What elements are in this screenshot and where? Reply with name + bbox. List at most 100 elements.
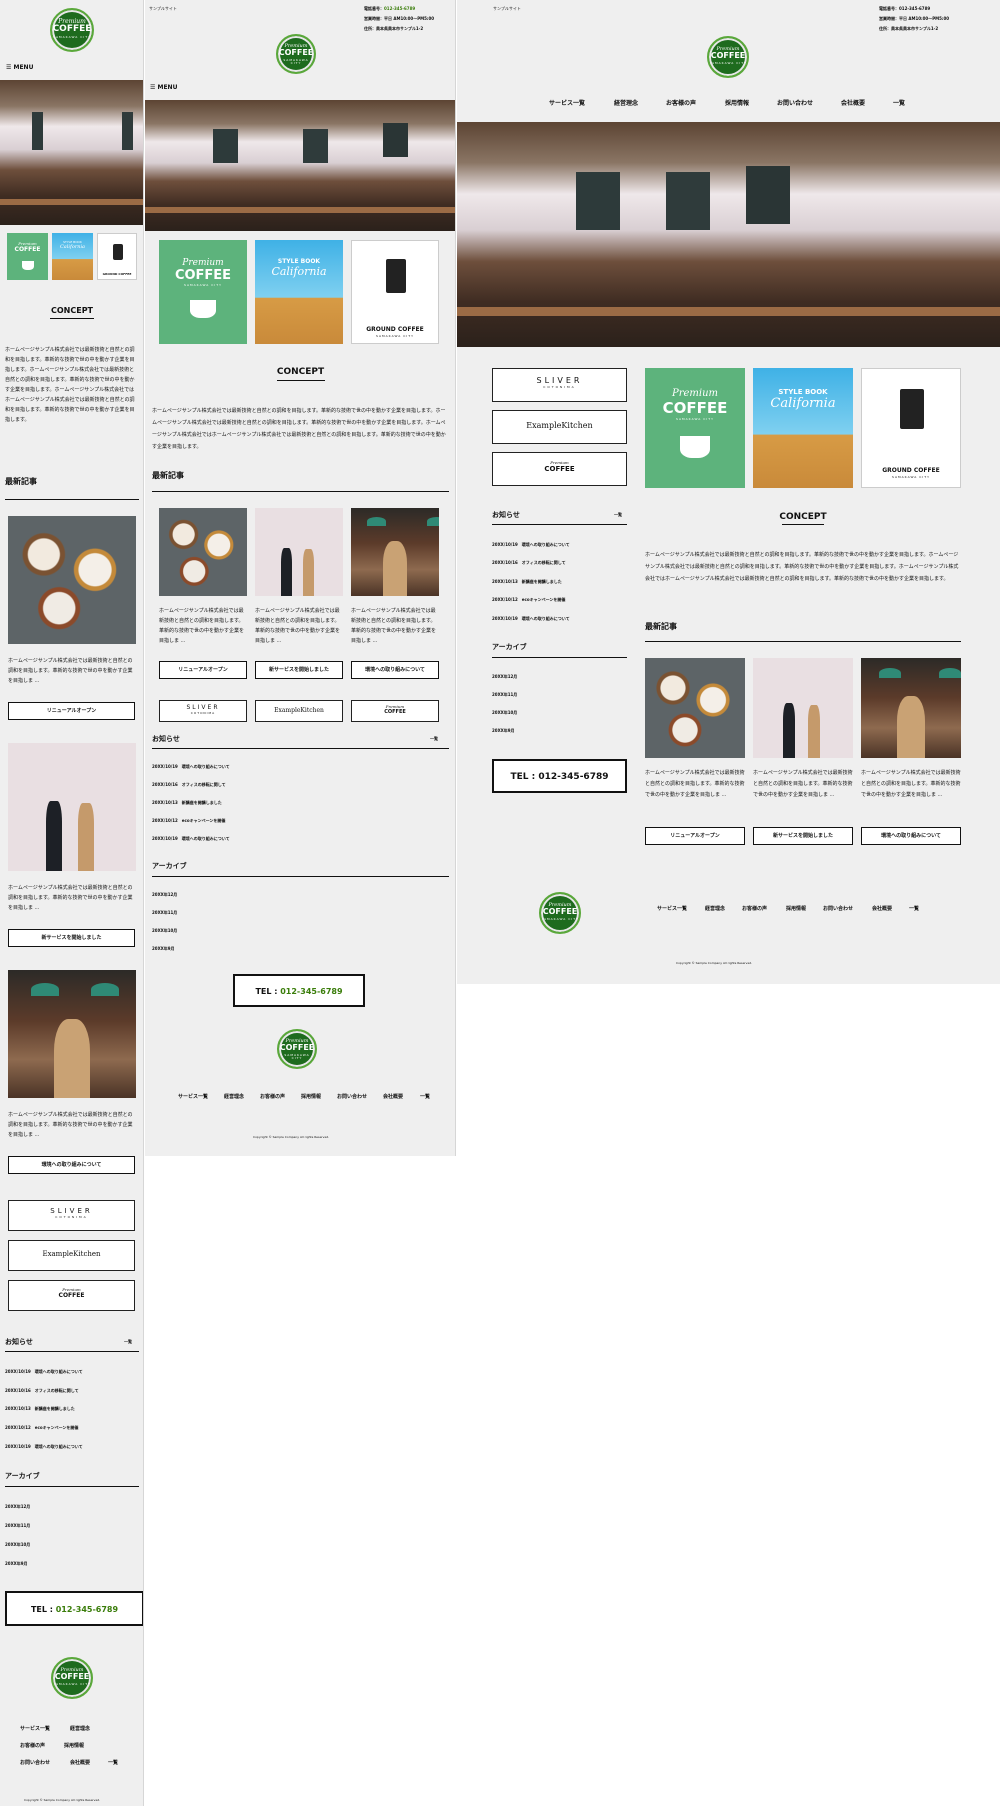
tel-box[interactable]: TEL : 012-345-6789 (233, 974, 365, 1007)
footer-nav-voice[interactable]: お客様の声 (742, 905, 767, 912)
archive-item[interactable]: 20XX年11月 (5, 1523, 30, 1529)
footer-nav-contact[interactable]: お問い合わせ (20, 1759, 50, 1766)
article-image-1[interactable] (645, 658, 745, 758)
news-item[interactable]: 20XX/10/19 環境への取り組みについて (152, 836, 230, 842)
news-item[interactable]: 20XX/10/19 環境への取り組みについて (5, 1369, 83, 1375)
phone-number[interactable]: 012-345-6789 (899, 6, 930, 11)
footer-nav-services[interactable]: サービス一覧 (178, 1093, 208, 1100)
news-item[interactable]: 20XX/10/19 環境への取り組みについて (152, 764, 230, 770)
footer-nav-company[interactable]: 会社概要 (872, 905, 892, 912)
news-item[interactable]: 20XX/10/13 新講座を開講しました (5, 1406, 75, 1412)
archive-item[interactable]: 20XX年9月 (152, 946, 175, 952)
footer-nav-philosophy[interactable]: 経営理念 (70, 1725, 90, 1732)
archive-item[interactable]: 20XX年11月 (152, 910, 177, 916)
nav-contact[interactable]: お問い合わせ (777, 98, 813, 107)
footer-nav-contact[interactable]: お問い合わせ (823, 905, 853, 912)
article-image-2[interactable] (8, 743, 136, 871)
footer-nav-contact[interactable]: お問い合わせ (337, 1093, 367, 1100)
article-button-3[interactable]: 環境への取り組みについて (8, 1156, 135, 1174)
article-image-1[interactable] (8, 516, 136, 644)
banner-premium-coffee[interactable]: Premium COFFEE (492, 452, 627, 486)
tile-premium-coffee[interactable]: Premium COFFEE (7, 233, 48, 280)
phone-number[interactable]: 012-345-6789 (384, 6, 415, 11)
menu-button[interactable]: ☰ MENU (150, 84, 177, 91)
footer-nav-philosophy[interactable]: 経営理念 (224, 1093, 244, 1100)
footer-logo[interactable]: Premium COFFEE SAMAKAWA CITY (539, 892, 581, 934)
archive-item[interactable]: 20XX年11月 (492, 692, 517, 698)
nav-recruit[interactable]: 採用情報 (725, 98, 749, 107)
news-item[interactable]: 20XX/10/16 オフィスの移転に関して (5, 1388, 79, 1394)
archive-item[interactable]: 20XX年10月 (152, 928, 177, 934)
site-logo[interactable]: Premium COFFEE SAMAKAWA CITY (707, 36, 749, 78)
footer-logo[interactable]: Premium COFFEE SAMAKAWA CITY (277, 1029, 317, 1069)
tel-box[interactable]: TEL : 012-345-6789 (492, 759, 627, 793)
news-item[interactable]: 20XX/10/13 新講座を開講しました (492, 579, 562, 585)
footer-nav-list[interactable]: 一覧 (108, 1759, 118, 1766)
footer-nav-list[interactable]: 一覧 (909, 905, 919, 912)
banner-sliver[interactable]: SLIVER COTONIMA (159, 700, 247, 722)
news-item[interactable]: 20XX/10/19 環境への取り組みについて (492, 542, 570, 548)
footer-nav-company[interactable]: 会社概要 (70, 1759, 90, 1766)
banner-example-kitchen[interactable]: ExampleKitchen (8, 1240, 135, 1271)
news-item[interactable]: 20XX/10/19 環境への取り組みについて (5, 1444, 83, 1450)
nav-voice[interactable]: お客様の声 (666, 98, 696, 107)
archive-item[interactable]: 20XX年12月 (152, 892, 177, 898)
news-item[interactable]: 20XX/10/12 ecoキャンペーンを開催 (5, 1425, 78, 1431)
archive-item[interactable]: 20XX年12月 (5, 1504, 30, 1510)
tile-california[interactable]: STYLE BOOK California (255, 240, 343, 344)
nav-philosophy[interactable]: 経営理念 (614, 98, 638, 107)
archive-item[interactable]: 20XX年10月 (492, 710, 517, 716)
banner-sliver[interactable]: SLIVER COTONIMA (8, 1200, 135, 1231)
banner-premium-coffee[interactable]: Premium COFFEE (8, 1280, 135, 1311)
article-button-3[interactable]: 環境への取り組みについて (861, 827, 961, 845)
footer-nav-recruit[interactable]: 採用情報 (64, 1742, 84, 1749)
tile-premium-coffee[interactable]: Premium COFFEE SAMAKAWA CITY (645, 368, 745, 488)
site-logo[interactable]: Premium COFFEE SAMAKAWA CITY (50, 8, 94, 52)
footer-nav-services[interactable]: サービス一覧 (657, 905, 687, 912)
news-more-link[interactable]: 一覧 (614, 512, 622, 518)
tile-ground-coffee[interactable]: GROUND COFFEE SAMAKAWA CITY (351, 240, 439, 344)
article-image-2[interactable] (753, 658, 853, 758)
menu-button[interactable]: ☰ MENU (6, 64, 33, 71)
footer-nav-company[interactable]: 会社概要 (383, 1093, 403, 1100)
nav-services[interactable]: サービス一覧 (549, 98, 585, 107)
archive-item[interactable]: 20XX年9月 (492, 728, 515, 734)
footer-nav-recruit[interactable]: 採用情報 (786, 905, 806, 912)
footer-nav-services[interactable]: サービス一覧 (20, 1725, 50, 1732)
article-button-2[interactable]: 新サービスを開始しました (255, 661, 343, 679)
news-item[interactable]: 20XX/10/19 環境への取り組みについて (492, 616, 570, 622)
article-image-3[interactable] (861, 658, 961, 758)
news-item[interactable]: 20XX/10/16 オフィスの移転に関して (152, 782, 226, 788)
archive-item[interactable]: 20XX年12月 (492, 674, 517, 680)
article-image-1[interactable] (159, 508, 247, 596)
footer-nav-voice[interactable]: お客様の声 (20, 1742, 45, 1749)
banner-sliver[interactable]: SLIVER COTONIMA (492, 368, 627, 402)
news-more-link[interactable]: 一覧 (124, 1339, 132, 1345)
footer-logo[interactable]: Premium COFFEE SAMAKAWA CITY (51, 1657, 93, 1699)
tile-ground-coffee[interactable]: GROUND COFFEE (97, 233, 137, 280)
footer-nav-voice[interactable]: お客様の声 (260, 1093, 285, 1100)
news-item[interactable]: 20XX/10/12 ecoキャンペーンを開催 (492, 597, 565, 603)
article-button-2[interactable]: 新サービスを開始しました (753, 827, 853, 845)
banner-example-kitchen[interactable]: ExampleKitchen (492, 410, 627, 444)
news-item[interactable]: 20XX/10/16 オフィスの移転に関して (492, 560, 566, 566)
tile-ground-coffee[interactable]: GROUND COFFEE SAMAKAWA CITY (861, 368, 961, 488)
nav-list[interactable]: 一覧 (893, 98, 905, 107)
footer-nav-philosophy[interactable]: 経営理念 (705, 905, 725, 912)
footer-nav-list[interactable]: 一覧 (420, 1093, 430, 1100)
site-logo[interactable]: Premium COFFEE SAMAKAWA CITY (276, 34, 316, 74)
footer-nav-recruit[interactable]: 採用情報 (301, 1093, 321, 1100)
article-button-1[interactable]: リニューアルオープン (159, 661, 247, 679)
tile-premium-coffee[interactable]: Premium COFFEE SAMAKAWA CITY (159, 240, 247, 344)
article-button-3[interactable]: 環境への取り組みについて (351, 661, 439, 679)
tel-box[interactable]: TEL : 012-345-6789 (5, 1591, 143, 1626)
archive-item[interactable]: 20XX年10月 (5, 1542, 30, 1548)
news-item[interactable]: 20XX/10/13 新講座を開講しました (152, 800, 222, 806)
article-button-1[interactable]: リニューアルオープン (645, 827, 745, 845)
article-image-3[interactable] (8, 970, 136, 1098)
article-button-2[interactable]: 新サービスを開始しました (8, 929, 135, 947)
article-image-2[interactable] (255, 508, 343, 596)
news-item[interactable]: 20XX/10/12 ecoキャンペーンを開催 (152, 818, 225, 824)
tile-california[interactable]: STYLE BOOK California (753, 368, 853, 488)
article-image-3[interactable] (351, 508, 439, 596)
